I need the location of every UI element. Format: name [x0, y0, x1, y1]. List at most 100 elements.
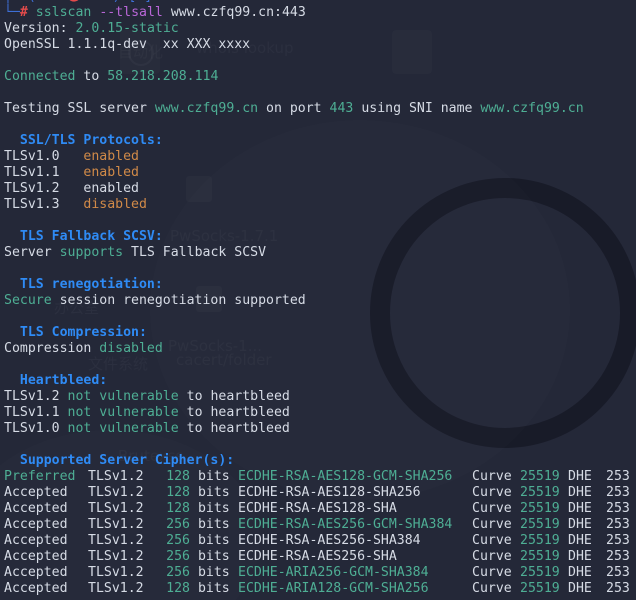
cipher-bits-label: bits — [190, 517, 230, 532]
cipher-curve-value: 25519 — [520, 533, 560, 548]
cipher-name: ECDHE-ARIA128-GCM-SHA256 — [238, 581, 429, 596]
cipher-protocol: TLSv1.2 — [88, 549, 144, 564]
prompt-connector: └─ — [4, 5, 20, 20]
heartbleed-status: not vulnerable — [67, 389, 179, 404]
cipher-bits-value: 256 — [166, 517, 190, 532]
testing-mid: on port — [258, 101, 330, 116]
terminal-window[interactable]: 自动化whois lookup文件系统cacert/folderPwSocks-… — [0, 0, 636, 600]
cipher-protocol: TLSv1.2 — [88, 485, 144, 500]
cipher-dhe-label: DHE — [568, 581, 592, 596]
connected-line: Connected to 58.218.208.114 — [4, 69, 632, 85]
command-target: www.czfq99.cn:443 — [170, 5, 306, 20]
heartbleed-row: TLSv1.2 not vulnerable to heartbleed — [4, 389, 632, 405]
heartbleed-suffix: to heartbleed — [178, 405, 290, 420]
compression-line: Compression disabled — [4, 341, 632, 357]
renegotiation-suffix: session renegotiation supported — [51, 293, 306, 308]
protocol-status: enabled — [83, 165, 139, 180]
cipher-bits-value: 128 — [166, 501, 190, 516]
heartbleed-row: TLSv1.1 not vulnerable to heartbleed — [4, 405, 632, 421]
protocol-name: TLSv1.3 — [4, 197, 84, 212]
testing-line: Testing SSL server www.czfq99.cn on port… — [4, 101, 632, 117]
cipher-dhe-value: 253 — [606, 501, 630, 516]
cipher-curve-value: 25519 — [520, 581, 560, 596]
testing-host: www.czfq99.cn — [154, 101, 259, 116]
renegotiation-status: Secure — [4, 293, 52, 308]
cipher-protocol: TLSv1.2 — [88, 533, 144, 548]
cipher-curve-label: Curve — [472, 549, 512, 564]
cipher-dhe-label: DHE — [568, 469, 592, 484]
version-line: Version: 2.0.15-static — [4, 21, 632, 37]
cipher-bits-value: 128 — [166, 469, 190, 484]
testing-port: 443 — [329, 101, 354, 116]
fallback-suffix: TLS Fallback SCSV — [123, 245, 267, 260]
cipher-dhe-label: DHE — [568, 501, 592, 516]
cipher-curve-value: 25519 — [520, 565, 560, 580]
cipher-dhe-label: DHE — [568, 565, 592, 580]
cipher-curve-value: 25519 — [520, 549, 560, 564]
connected-ip: 58.218.208.114 — [107, 69, 219, 84]
protocol-row: TLSv1.2 enabled — [4, 181, 632, 197]
cipher-dhe-value: 253 — [606, 485, 630, 500]
heartbleed-rows: TLSv1.2 not vulnerable to heartbleed TLS… — [4, 389, 632, 437]
cipher-curve-label: Curve — [472, 517, 512, 532]
cipher-dhe-value: 253 — [606, 517, 630, 532]
cipher-bits-value: 256 — [166, 565, 190, 580]
heartbleed-status: not vulnerable — [67, 421, 179, 436]
heartbleed-suffix: to heartbleed — [178, 389, 290, 404]
cipher-dhe-label: DHE — [568, 485, 592, 500]
cipher-row: Accepted TLSv1.2 128 bits ECDHE-ARIA128-GCM… — [4, 581, 632, 597]
compression-prefix: Compression — [4, 341, 100, 356]
cipher-protocol: TLSv1.2 — [88, 565, 144, 580]
cipher-curve-label: Curve — [472, 565, 512, 580]
cipher-curve-value: 25519 — [520, 517, 560, 532]
cipher-row: Accepted TLSv1.2 128 bits ECDHE-RSA-AES128-… — [4, 485, 632, 501]
cipher-name: ECDHE-RSA-AES128-SHA — [238, 501, 397, 516]
cipher-bits-label: bits — [190, 549, 230, 564]
cipher-dhe-value: 253 — [606, 469, 630, 484]
heartbleed-status: not vulnerable — [67, 405, 179, 420]
cipher-protocol: TLSv1.2 — [88, 581, 144, 596]
cipher-row: Accepted TLSv1.2 256 bits ECDHE-ARIA256-GCM… — [4, 565, 632, 581]
fallback-scsv-line: Server supports TLS Fallback SCSV — [4, 245, 632, 261]
cipher-state: Accepted — [4, 485, 68, 500]
cipher-curve-label: Curve — [472, 469, 512, 484]
cipher-dhe-value: 253 — [606, 565, 630, 580]
cipher-state: Accepted — [4, 581, 68, 596]
protocol-name: TLSv1.2 — [4, 181, 84, 196]
cipher-curve-value: 25519 — [520, 501, 560, 516]
heartbleed-suffix: to heartbleed — [178, 421, 290, 436]
testing-mid2: using SNI name — [353, 101, 481, 116]
cipher-bits-value: 256 — [166, 549, 190, 564]
cipher-curve-value: 25519 — [520, 469, 560, 484]
protocol-row: TLSv1.0 enabled — [4, 149, 632, 165]
version-value: 2.0.15-static — [75, 21, 179, 36]
cipher-curve-value: 25519 — [520, 485, 560, 500]
fallback-status: supports — [59, 245, 124, 260]
cipher-bits-value: 128 — [166, 581, 190, 596]
cipher-state: Accepted — [4, 501, 68, 516]
command-prompt-line[interactable]: └─# sslscan --tlsall www.czfq99.cn:443 — [4, 5, 632, 21]
cipher-name: ECDHE-RSA-AES128-SHA256 — [238, 485, 421, 500]
heartbleed-row: TLSv1.0 not vulnerable to heartbleed — [4, 421, 632, 437]
cipher-state: Preferred — [4, 469, 76, 484]
heartbleed-proto: TLSv1.0 — [4, 421, 68, 436]
connected-rest: to — [75, 69, 108, 84]
protocol-status: enabled — [83, 181, 139, 196]
protocol-row: TLSv1.1 enabled — [4, 165, 632, 181]
protocol-row: TLSv1.3 disabled — [4, 197, 632, 213]
compression-status: disabled — [99, 341, 163, 356]
section-header-heartbleed: Heartbleed: — [4, 373, 108, 388]
cipher-curve-label: Curve — [472, 581, 512, 596]
cipher-dhe-value: 253 — [606, 581, 630, 596]
command-flag: --tlsall — [99, 5, 163, 20]
protocol-name: TLSv1.1 — [4, 165, 84, 180]
cipher-name: ECDHE-RSA-AES256-SHA — [238, 549, 397, 564]
cipher-state: Accepted — [4, 517, 68, 532]
cipher-name: ECDHE-RSA-AES128-GCM-SHA256 — [238, 469, 453, 484]
section-header-fallback-scsv: TLS Fallback SCSV: — [4, 229, 163, 244]
